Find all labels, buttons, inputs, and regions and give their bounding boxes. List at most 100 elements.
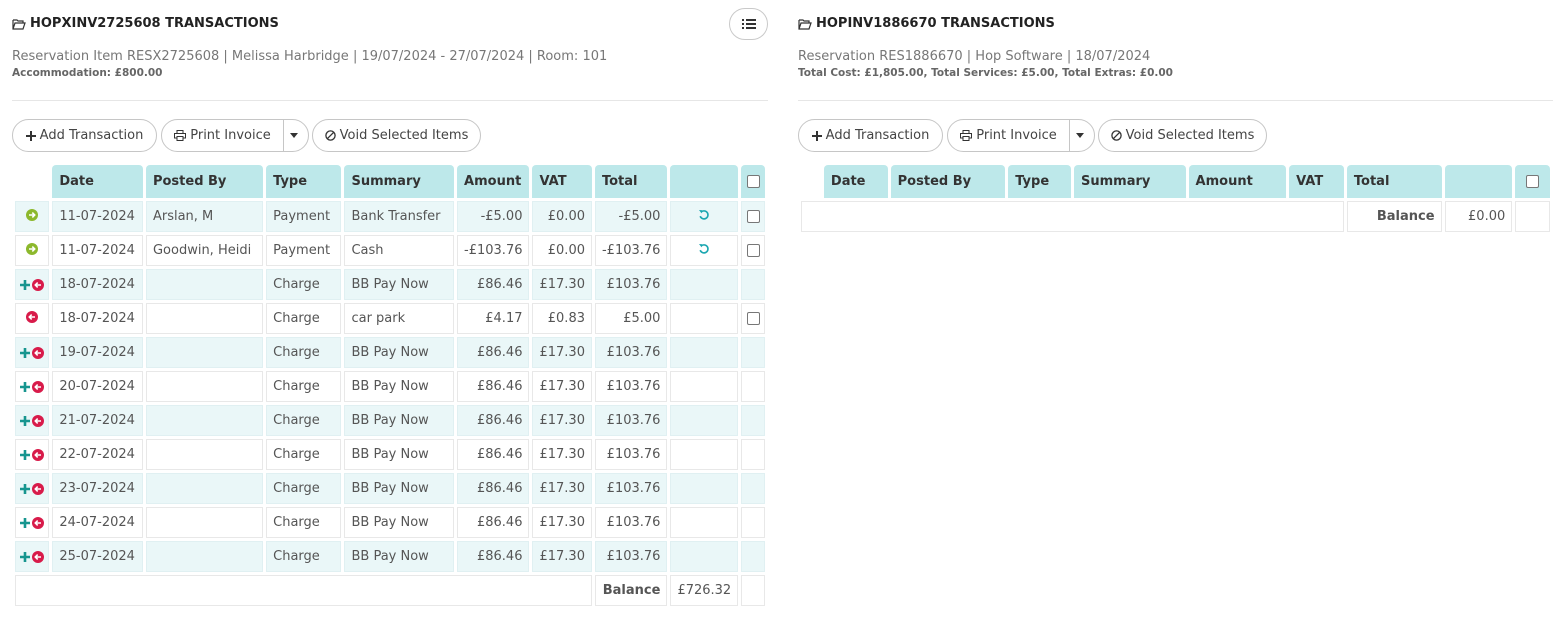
- select-all-checkbox[interactable]: [746, 175, 760, 188]
- print-invoice-button[interactable]: Print Invoice: [161, 119, 284, 152]
- add-transaction-button[interactable]: Add Transaction: [12, 119, 157, 152]
- cell-summary: BB Pay Now: [344, 337, 455, 368]
- cell-date: 19-07-2024: [52, 337, 143, 368]
- row-icon-cell[interactable]: [15, 337, 50, 368]
- void-selected-button[interactable]: Void Selected Items: [312, 119, 481, 152]
- cell-posted-by: [145, 541, 264, 572]
- row-icon-cell[interactable]: [15, 507, 50, 538]
- table-row[interactable]: 21-07-2024 Charge BB Pay Now £86.46 £17.30 £1…: [15, 405, 765, 436]
- table-row[interactable]: 23-07-2024 Charge BB Pay Now £86.46 £17.30 £1…: [15, 473, 765, 504]
- plus-arrow-left-icon[interactable]: [20, 550, 45, 563]
- cell-total: £103.76: [594, 269, 668, 300]
- row-icon-cell[interactable]: [15, 371, 50, 402]
- header-select-all[interactable]: [741, 165, 765, 198]
- list-menu-button[interactable]: [729, 8, 768, 40]
- cell-total: £103.76: [594, 439, 668, 470]
- undo-icon[interactable]: [698, 209, 710, 225]
- header-type[interactable]: Type: [1008, 165, 1071, 198]
- cell-date: 25-07-2024: [52, 541, 143, 572]
- divider: [12, 100, 768, 101]
- cell-date: 11-07-2024: [52, 201, 143, 232]
- cell-type: Charge: [266, 269, 342, 300]
- plus-arrow-left-icon[interactable]: [20, 516, 45, 529]
- print-invoice-button[interactable]: Print Invoice: [947, 119, 1070, 152]
- header-amount[interactable]: Amount: [457, 165, 530, 198]
- select-all-checkbox[interactable]: [1526, 175, 1540, 188]
- arrow-left-circle-icon[interactable]: [26, 310, 39, 327]
- table-row[interactable]: 20-07-2024 Charge BB Pay Now £86.46 £17.30 £1…: [15, 371, 765, 402]
- header-posted-by[interactable]: Posted By: [145, 165, 264, 198]
- table-row[interactable]: 11-07-2024 Arslan, M Payment Bank Transfer -…: [15, 201, 765, 232]
- header-vat[interactable]: VAT: [1289, 165, 1344, 198]
- header-select-all[interactable]: [1515, 165, 1550, 198]
- header-type[interactable]: Type: [266, 165, 342, 198]
- cell-select[interactable]: [741, 235, 765, 266]
- row-checkbox[interactable]: [746, 312, 760, 325]
- cell-action[interactable]: [670, 235, 739, 266]
- plus-arrow-left-icon[interactable]: [20, 448, 45, 461]
- cell-posted-by: [145, 337, 264, 368]
- cell-select[interactable]: [741, 303, 765, 334]
- table-row[interactable]: 19-07-2024 Charge BB Pay Now £86.46 £17.30 £1…: [15, 337, 765, 368]
- add-transaction-label: Add Transaction: [825, 128, 930, 143]
- table-row[interactable]: 18-07-2024 Charge car park £4.17 £0.83 £5.00: [15, 303, 765, 334]
- row-checkbox[interactable]: [746, 244, 760, 257]
- ban-icon: [1110, 130, 1122, 141]
- row-icon-cell[interactable]: [15, 303, 50, 334]
- cell-date: 22-07-2024: [52, 439, 143, 470]
- table-row[interactable]: 25-07-2024 Charge BB Pay Now £86.46 £17.30 £1…: [15, 541, 765, 572]
- plus-arrow-left-icon[interactable]: [20, 278, 45, 291]
- header-summary[interactable]: Summary: [1073, 165, 1186, 198]
- cell-posted-by: [145, 269, 264, 300]
- print-options-dropdown[interactable]: [283, 119, 309, 152]
- cell-total: £103.76: [594, 541, 668, 572]
- cell-amount: -£5.00: [457, 201, 530, 232]
- cell-action[interactable]: [670, 201, 739, 232]
- print-invoice-label: Print Invoice: [190, 128, 271, 143]
- row-icon-cell[interactable]: [15, 439, 50, 470]
- plus-arrow-left-icon[interactable]: [20, 414, 45, 427]
- cell-select[interactable]: [741, 201, 765, 232]
- row-checkbox[interactable]: [746, 210, 760, 223]
- row-icon-cell[interactable]: [15, 269, 50, 300]
- header-summary[interactable]: Summary: [344, 165, 455, 198]
- plus-arrow-left-icon[interactable]: [20, 482, 45, 495]
- header-amount[interactable]: Amount: [1188, 165, 1287, 198]
- row-icon-cell[interactable]: [15, 473, 50, 504]
- void-selected-button[interactable]: Void Selected Items: [1098, 119, 1267, 152]
- print-icon: [174, 130, 187, 141]
- table-row[interactable]: 24-07-2024 Charge BB Pay Now £86.46 £17.30 £1…: [15, 507, 765, 538]
- cell-total: £5.00: [594, 303, 668, 334]
- header-total[interactable]: Total: [594, 165, 668, 198]
- table-row[interactable]: 18-07-2024 Charge BB Pay Now £86.46 £17.30 £1…: [15, 269, 765, 300]
- table-row[interactable]: 11-07-2024 Goodwin, Heidi Payment Cash -£103…: [15, 235, 765, 266]
- table-row[interactable]: 22-07-2024 Charge BB Pay Now £86.46 £17.30 £1…: [15, 439, 765, 470]
- header-vat[interactable]: VAT: [532, 165, 592, 198]
- table-header-row: Date Posted By Type Summary Amount VAT T…: [801, 165, 1550, 198]
- arrow-right-circle-icon[interactable]: [26, 208, 39, 225]
- void-selected-label: Void Selected Items: [339, 128, 469, 143]
- cell-summary: Cash: [344, 235, 455, 266]
- row-icon-cell[interactable]: [15, 405, 50, 436]
- header-posted-by[interactable]: Posted By: [890, 165, 1006, 198]
- table-header-row: Date Posted By Type Summary Amount VAT T…: [15, 165, 765, 198]
- cell-date: 18-07-2024: [52, 269, 143, 300]
- arrow-right-circle-icon[interactable]: [26, 242, 39, 259]
- reservation-info: Reservation RES1886670 | Hop Software | …: [798, 49, 1151, 64]
- header-total[interactable]: Total: [1346, 165, 1442, 198]
- row-icon-cell[interactable]: [15, 541, 50, 572]
- add-transaction-button[interactable]: Add Transaction: [798, 119, 943, 152]
- folder-open-icon: [12, 18, 26, 30]
- cell-total: £103.76: [594, 337, 668, 368]
- undo-icon[interactable]: [698, 243, 710, 259]
- header-date[interactable]: Date: [823, 165, 888, 198]
- row-icon-cell[interactable]: [15, 235, 50, 266]
- cell-select: [741, 541, 765, 572]
- print-options-dropdown[interactable]: [1069, 119, 1095, 152]
- plus-arrow-left-icon[interactable]: [20, 380, 45, 393]
- cell-summary: car park: [344, 303, 455, 334]
- balance-row: Balance £726.32: [15, 575, 765, 606]
- header-date[interactable]: Date: [52, 165, 143, 198]
- plus-arrow-left-icon[interactable]: [20, 346, 45, 359]
- row-icon-cell[interactable]: [15, 201, 50, 232]
